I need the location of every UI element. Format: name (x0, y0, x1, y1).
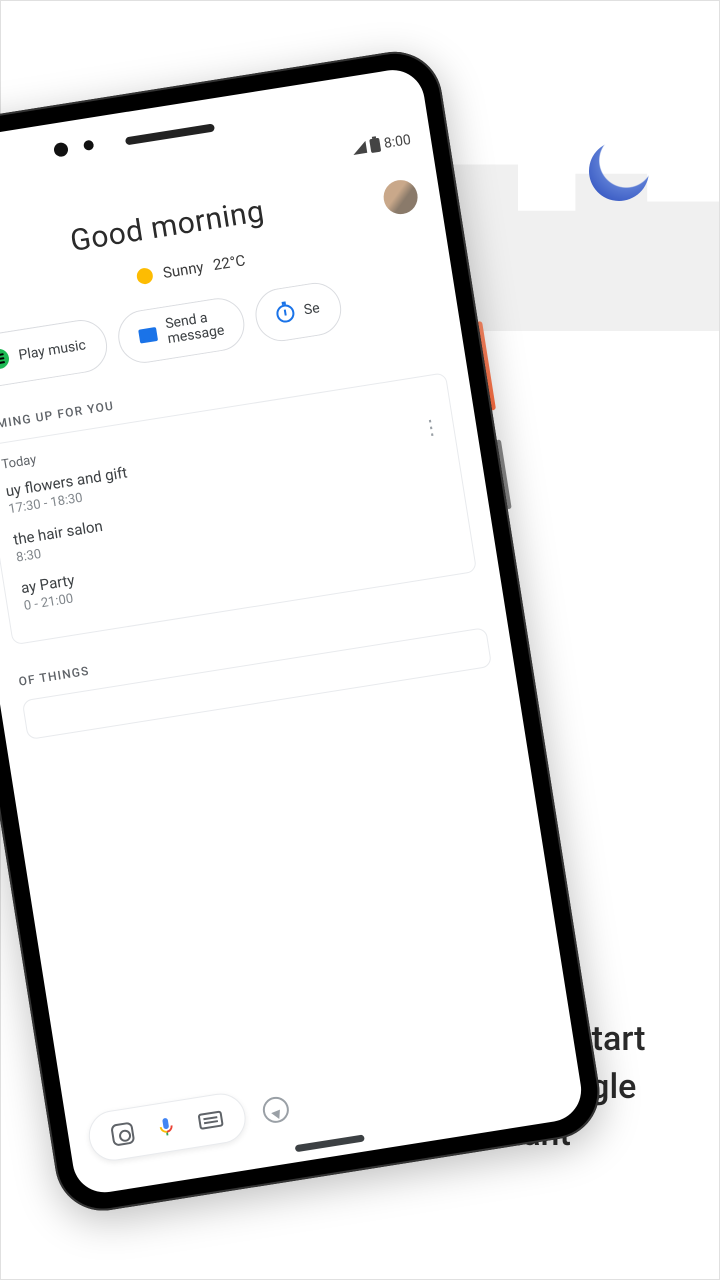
input-pill[interactable] (85, 1090, 249, 1164)
chip-label: Play music (18, 338, 87, 364)
home-indicator[interactable] (295, 1134, 365, 1152)
chip-play-music[interactable]: Play music (0, 316, 111, 390)
chip-send-message[interactable]: Send a message (114, 294, 248, 366)
weather-condition: Sunny (162, 258, 205, 282)
more-icon[interactable]: ⋮ (421, 422, 442, 431)
chip-set-timer[interactable]: Se (252, 279, 345, 345)
timer-icon (275, 304, 296, 325)
message-icon (138, 327, 158, 344)
chip-label: Se (303, 301, 321, 319)
status-time: 8:00 (383, 132, 412, 152)
weather-temp: 22°C (212, 251, 247, 274)
signal-icon (352, 141, 368, 155)
battery-icon (369, 138, 381, 153)
explore-icon[interactable] (261, 1095, 291, 1125)
avatar[interactable] (381, 178, 420, 217)
mic-icon[interactable] (154, 1115, 179, 1140)
lens-icon[interactable] (110, 1122, 135, 1147)
spotify-icon (0, 348, 10, 371)
keyboard-icon[interactable] (198, 1110, 224, 1130)
sun-icon (136, 267, 154, 285)
